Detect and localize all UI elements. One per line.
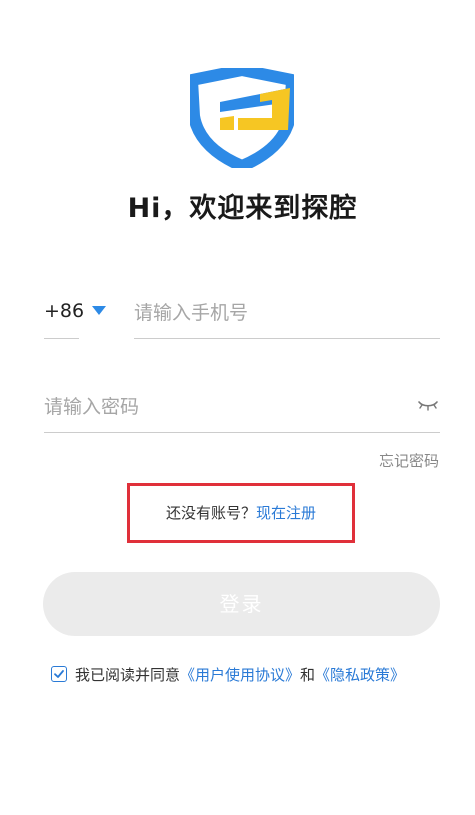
password-field [44, 382, 440, 433]
agreement-conjunction: 和 [300, 666, 316, 684]
welcome-title: Hi，欢迎来到探腔 [127, 193, 358, 224]
register-prompt: 还没有账号？ [165, 504, 256, 522]
login-page: Hi，欢迎来到探腔 +86 忘记密码 还没有账号？现在注册 登录 我已阅读并同意… [0, 0, 475, 815]
phone-field [134, 288, 440, 339]
shield-logo-icon [190, 68, 294, 168]
privacy-policy-link[interactable]: 《隐私政策》 [315, 666, 405, 684]
country-code-selector[interactable]: +86 [44, 288, 84, 339]
agreement-checkbox[interactable] [51, 666, 67, 682]
register-now-link[interactable]: 现在注册 [256, 504, 316, 522]
user-agreement-link[interactable]: 《用户使用协议》 [180, 666, 300, 684]
caret-down-icon[interactable] [92, 306, 106, 315]
phone-input[interactable] [134, 298, 434, 328]
login-button[interactable]: 登录 [43, 572, 440, 636]
register-highlight-box: 还没有账号？现在注册 [127, 483, 355, 543]
forgot-password-link[interactable]: 忘记密码 [379, 450, 439, 471]
password-input[interactable] [44, 392, 394, 422]
checkmark-icon [54, 670, 64, 678]
eye-closed-icon[interactable] [417, 398, 439, 412]
agreement-prefix: 我已阅读并同意 [75, 666, 181, 684]
country-code-label: +86 [44, 300, 85, 322]
register-line: 还没有账号？现在注册 [130, 502, 352, 523]
agreement-text: 我已阅读并同意《用户使用协议》和《隐私政策》 [75, 664, 405, 685]
